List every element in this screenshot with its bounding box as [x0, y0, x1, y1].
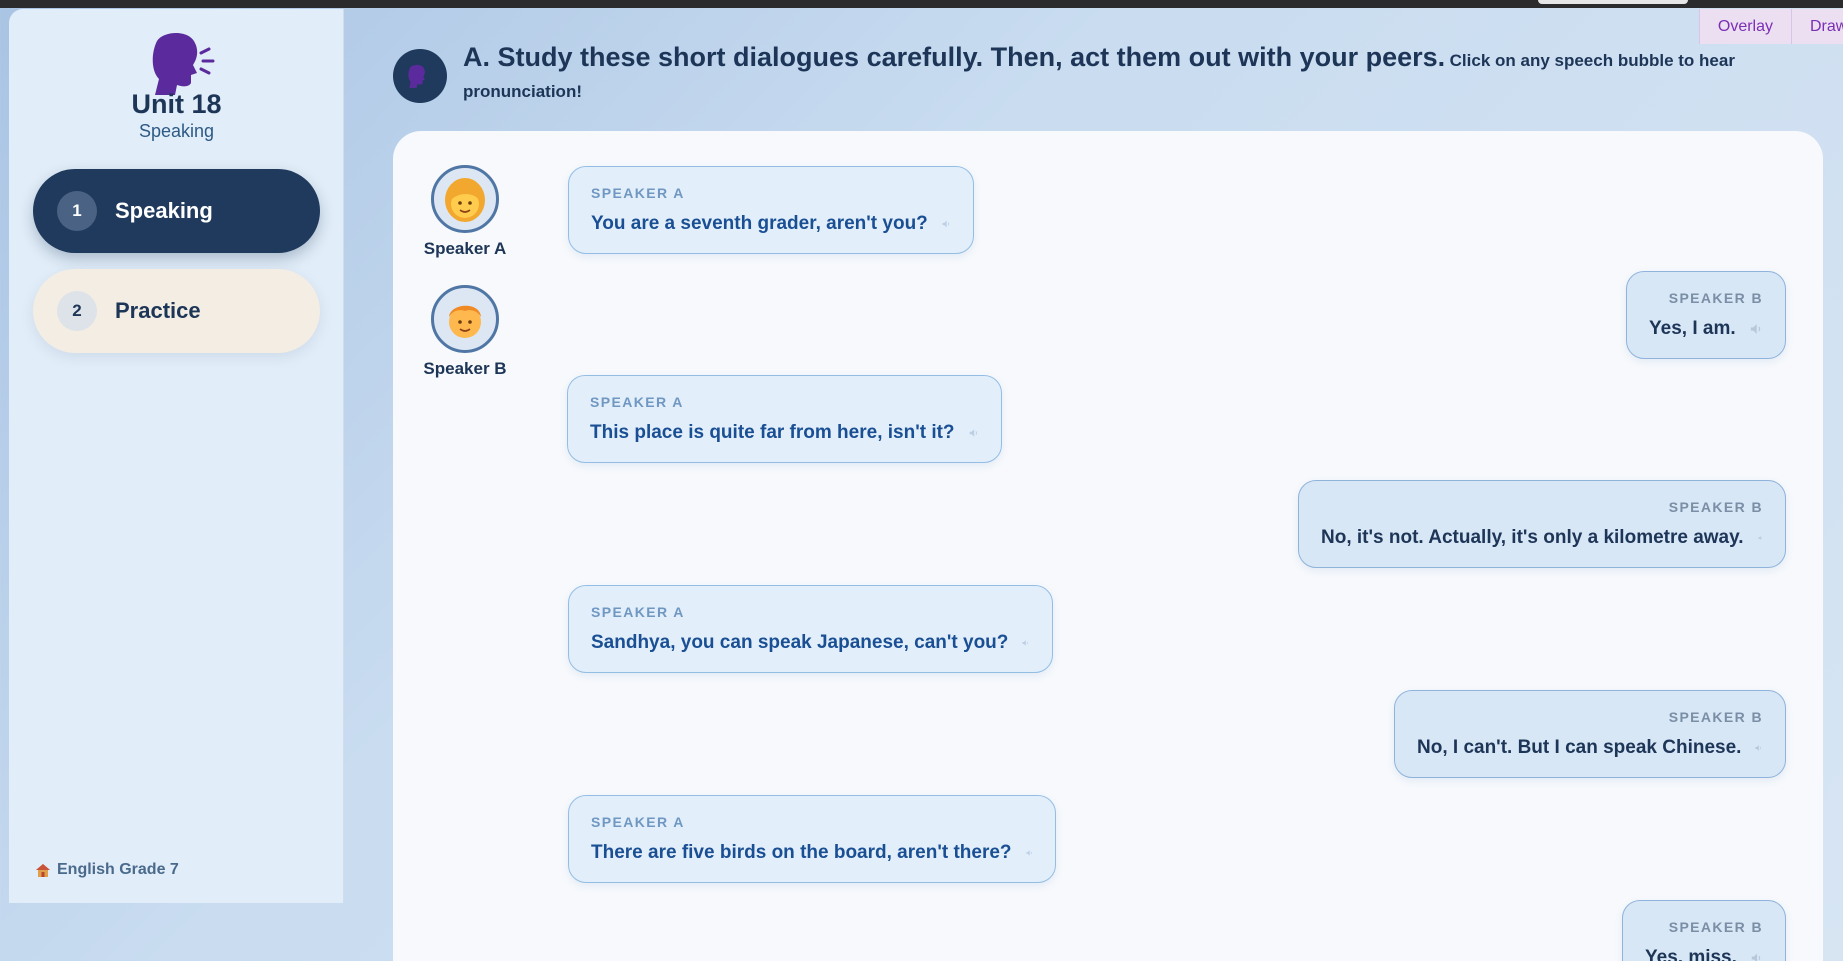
- bubble-text: Sandhya, you can speak Japanese, can't y…: [591, 632, 1009, 653]
- speech-bubble-b[interactable]: SPEAKER B No, it's not. Actually, it's o…: [1298, 480, 1786, 568]
- legend-speaker-a: Speaker A: [415, 165, 515, 259]
- bubble-text: Yes, I am.: [1649, 318, 1736, 339]
- speaker-icon: [1751, 953, 1761, 961]
- instruction-header: A. Study these short dialogues carefully…: [463, 42, 1813, 108]
- speaker-icon: [1755, 745, 1762, 751]
- top-actions: Overlay Draw: [1698, 9, 1843, 44]
- avatar-speaker-a: [431, 165, 499, 233]
- bubble-text-row: There are five birds on the board, aren'…: [591, 842, 1033, 864]
- bubble-speaker-label: SPEAKER B: [1668, 499, 1763, 515]
- boy-face-icon: [449, 305, 481, 338]
- browser-tab-handle: [1538, 0, 1688, 4]
- speech-bubble-b[interactable]: SPEAKER B Yes, I am.: [1626, 271, 1786, 359]
- bubble-text: You are a seventh grader, aren't you?: [591, 213, 928, 234]
- bubble-text-row: Yes, miss.: [1645, 947, 1763, 961]
- speaking-head-icon: [152, 33, 215, 95]
- bubble-speaker-label: SPEAKER B: [1668, 919, 1763, 935]
- browser-top-strip: [0, 0, 1843, 8]
- avatar-speaker-b: [431, 285, 499, 353]
- speech-bubble-b[interactable]: SPEAKER B Yes, miss.: [1622, 900, 1786, 961]
- instruction-title: A. Study these short dialogues carefully…: [463, 42, 1446, 72]
- legend-speaker-b: Speaker B: [415, 285, 515, 379]
- bubble-text-row: You are a seventh grader, aren't you?: [591, 213, 951, 235]
- dialogue-panel: Speaker A Speaker B SPEAKER A You are a …: [393, 131, 1823, 961]
- nav-number: 2: [57, 291, 97, 331]
- sidebar-footer[interactable]: English Grade 7: [35, 861, 179, 879]
- speech-bubble-a[interactable]: SPEAKER A This place is quite far from h…: [567, 375, 1002, 463]
- bubble-text: Yes, miss.: [1645, 947, 1737, 961]
- nav-item-practice[interactable]: 2 Practice: [33, 269, 320, 353]
- legend-name: Speaker A: [423, 239, 507, 258]
- bubble-speaker-label: SPEAKER A: [590, 394, 684, 410]
- bubble-speaker-label: SPEAKER A: [591, 185, 685, 201]
- bubble-speaker-label: SPEAKER B: [1668, 290, 1763, 306]
- speaker-icon: [969, 429, 977, 437]
- nav-label: Practice: [115, 298, 201, 323]
- speaker-icon: [1757, 535, 1762, 541]
- bubble-text-row: Sandhya, you can speak Japanese, can't y…: [591, 632, 1030, 654]
- bubble-speaker-label: SPEAKER A: [591, 604, 685, 620]
- speech-bubble-a[interactable]: SPEAKER A There are five birds on the bo…: [568, 795, 1056, 883]
- speaker-icon: [1750, 323, 1760, 335]
- nav-number: 1: [57, 191, 97, 231]
- speech-bubble-a[interactable]: SPEAKER A You are a seventh grader, aren…: [568, 166, 974, 254]
- speaker-icon: [1022, 640, 1029, 646]
- bubble-text: There are five birds on the board, aren'…: [591, 842, 1012, 863]
- draw-button[interactable]: Draw: [1791, 9, 1843, 44]
- bubble-speaker-label: SPEAKER B: [1668, 709, 1763, 725]
- speaker-icon: [1025, 850, 1032, 856]
- bubble-text: No, I can't. But I can speak Chinese.: [1417, 737, 1742, 758]
- speaking-head-icon: [408, 64, 425, 88]
- bubble-speaker-label: SPEAKER A: [591, 814, 685, 830]
- bubble-text-row: No, it's not. Actually, it's only a kilo…: [1321, 527, 1763, 549]
- bubble-text-row: Yes, I am.: [1649, 318, 1763, 340]
- bubble-text: This place is quite far from here, isn't…: [590, 422, 955, 443]
- overlay-button[interactable]: Overlay: [1698, 9, 1791, 44]
- unit-title: Unit 18: [131, 89, 222, 119]
- sidebar: Unit 18 Speaking 1 Speaking 2 Practice E…: [9, 9, 344, 903]
- speech-bubble-b[interactable]: SPEAKER B No, I can't. But I can speak C…: [1394, 690, 1786, 778]
- nav-item-speaking[interactable]: 1 Speaking: [33, 169, 320, 253]
- speech-bubble-a[interactable]: SPEAKER A Sandhya, you can speak Japanes…: [568, 585, 1053, 673]
- bubble-text-row: This place is quite far from here, isn't…: [590, 422, 979, 444]
- nav-label: Speaking: [115, 198, 213, 223]
- woman-face-icon: [445, 178, 485, 222]
- unit-subtitle: Speaking: [138, 121, 215, 141]
- bubble-text: No, it's not. Actually, it's only a kilo…: [1321, 527, 1744, 548]
- footer-label: English Grade 7: [57, 861, 179, 878]
- speaker-icon: [942, 220, 949, 228]
- home-icon: [36, 863, 50, 877]
- legend-name: Speaker B: [423, 359, 507, 378]
- header-icon: [393, 49, 447, 103]
- bubble-text-row: No, I can't. But I can speak Chinese.: [1417, 737, 1763, 759]
